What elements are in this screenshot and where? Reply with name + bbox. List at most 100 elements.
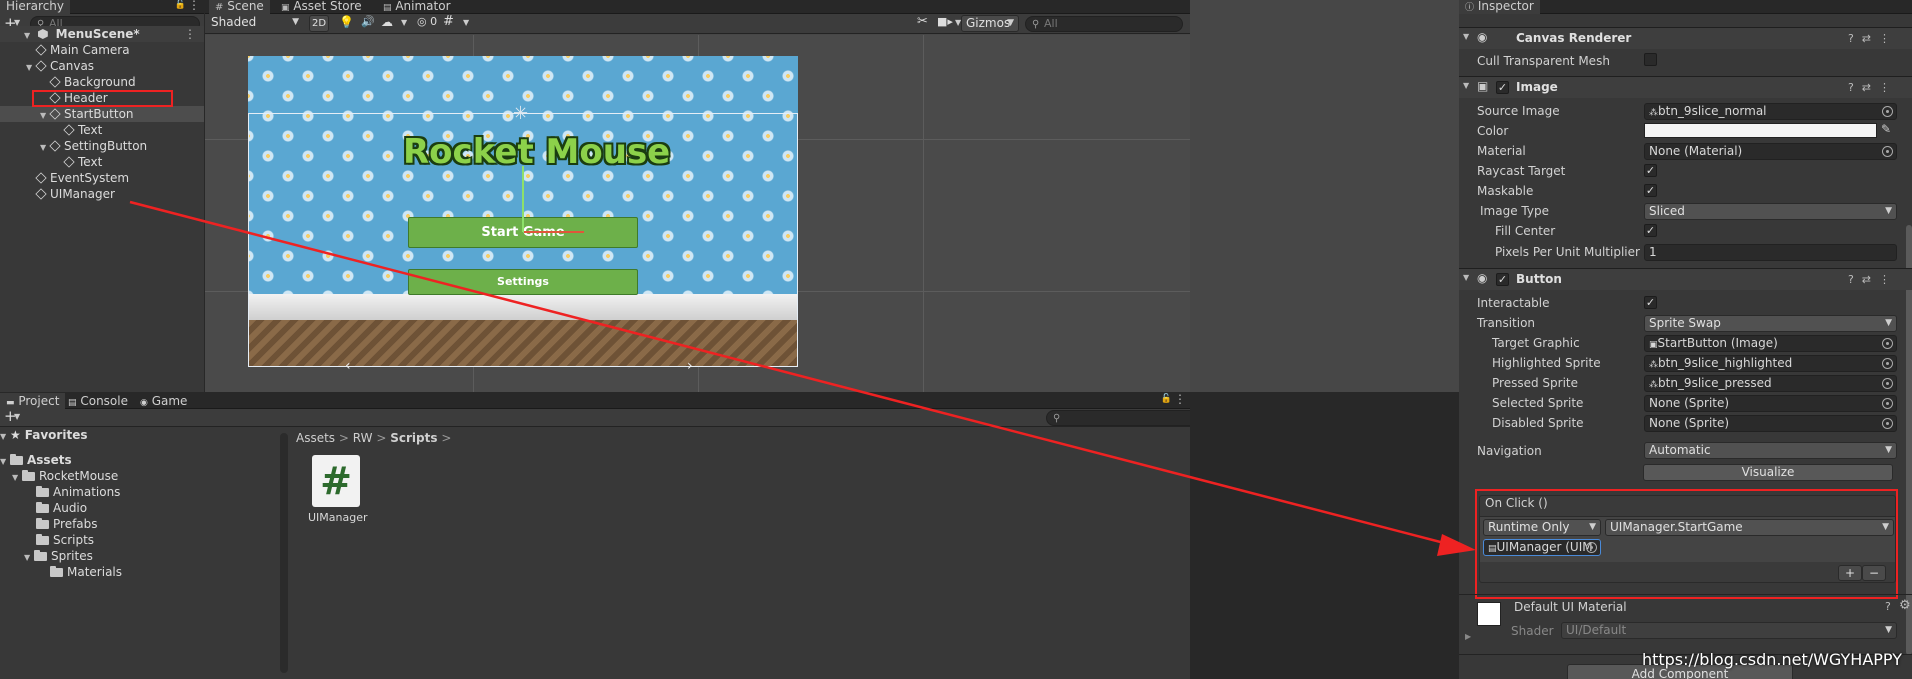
tab-asset-store[interactable]: ▣ Asset Store [275, 0, 368, 14]
script-asset[interactable]: # UIManager [308, 455, 368, 525]
transition-select[interactable]: Sprite Swap ▼ [1644, 315, 1897, 332]
object-picker-icon[interactable] [1882, 338, 1893, 349]
anchor-icon[interactable]: ✳ [513, 103, 528, 124]
tab-console[interactable]: ▤ Console [62, 393, 134, 409]
expand-icon[interactable]: ▼ [1463, 273, 1469, 282]
pressed-field[interactable]: ⁂btn_9slice_pressed [1644, 375, 1897, 392]
favorites-row[interactable]: ▼ ★ Favorites [0, 427, 87, 443]
object-picker-icon[interactable] [1882, 398, 1893, 409]
maskable-checkbox[interactable]: ✓ [1644, 184, 1657, 197]
toggle-2d-button[interactable]: 2D [309, 15, 329, 32]
tab-game[interactable]: ◉ Game [134, 393, 193, 409]
transition-label: Transition [1477, 316, 1536, 330]
expand-icon[interactable]: ▶ [1465, 632, 1471, 641]
hierarchy-item[interactable]: ▼ SettingButton [0, 138, 204, 154]
gear-icon[interactable]: ⚙ [1899, 598, 1911, 613]
component-actions-icon[interactable]: ?⇄⋮ [1848, 81, 1898, 94]
target-graphic-field[interactable]: ▣StartButton (Image) [1644, 335, 1897, 352]
tab-inspector[interactable]: ⓘ Inspector [1459, 0, 1540, 14]
hierarchy-item[interactable]: ▼ Canvas [0, 58, 204, 74]
tab-hierarchy[interactable]: Hierarchy [0, 0, 71, 14]
folder-animations[interactable]: Animations [36, 484, 120, 500]
navigation-select[interactable]: Automatic ▼ [1644, 442, 1897, 459]
visualize-button[interactable]: Visualize [1643, 464, 1893, 481]
hierarchy-item[interactable]: ▼ StartButton [0, 106, 204, 122]
chevron-down-icon[interactable]: ▼ [14, 412, 20, 421]
help-icon[interactable]: ? [1885, 600, 1891, 613]
menu-icon[interactable]: ⋮ [1174, 393, 1186, 406]
image-header[interactable]: ▼ ▣ ✓ Image ?⇄⋮ [1459, 76, 1912, 98]
button-header[interactable]: ▼ ◉ ✓ Button ?⇄⋮ [1459, 268, 1912, 290]
image-type-select[interactable]: Sliced ▼ [1644, 203, 1897, 220]
cull-checkbox[interactable] [1644, 53, 1657, 66]
folder-audio[interactable]: Audio [36, 500, 87, 516]
lighting-icon[interactable]: 💡 [339, 15, 354, 29]
hierarchy-item[interactable]: Main Camera [0, 42, 204, 58]
hierarchy-item[interactable]: Text [0, 154, 204, 170]
tree-scrollbar[interactable] [280, 433, 288, 673]
expand-icon[interactable]: ▼ [1463, 81, 1469, 90]
object-picker-icon[interactable] [1882, 418, 1893, 429]
color-swatch[interactable] [1644, 123, 1877, 138]
disabled-field[interactable]: None (Sprite) [1644, 415, 1897, 432]
move-gizmo-x[interactable] [524, 231, 584, 233]
ppu-input[interactable]: 1 [1644, 244, 1897, 261]
canvas-renderer-header[interactable]: ▼ ◉ Canvas Renderer ?⇄⋮ [1459, 27, 1912, 49]
hidden-objects-icon[interactable]: ◎ 0 [417, 15, 437, 28]
hierarchy-item[interactable]: Text [0, 122, 204, 138]
scene-row[interactable]: ▼ MenuScene* ⋮ [0, 26, 204, 42]
image-enabled-checkbox[interactable]: ✓ [1496, 81, 1509, 94]
selected-field[interactable]: None (Sprite) [1644, 395, 1897, 412]
raycast-checkbox[interactable]: ✓ [1644, 164, 1657, 177]
folder-rocketmouse[interactable]: ▼ RocketMouse [12, 468, 118, 484]
component-actions-icon[interactable]: ?⇄⋮ [1848, 273, 1898, 286]
fill-center-checkbox[interactable]: ✓ [1644, 224, 1657, 237]
folder-materials[interactable]: Materials [50, 564, 122, 580]
shading-mode-select[interactable]: Shaded ▼ [207, 15, 303, 32]
source-image-field[interactable]: ⁂btn_9slice_normal [1644, 103, 1897, 120]
breadcrumb-assets[interactable]: Assets [296, 431, 335, 445]
hierarchy-item[interactable]: Background [0, 74, 204, 90]
scene-search-input[interactable]: ⚲ All [1025, 16, 1183, 32]
lock-icon[interactable]: 🔓 [1161, 394, 1172, 404]
hierarchy-item[interactable]: UIManager [0, 186, 204, 202]
effects-icon[interactable]: ☁ [381, 15, 393, 29]
shader-select[interactable]: UI/Default ▼ [1561, 622, 1897, 639]
breadcrumb-scripts[interactable]: Scripts [390, 431, 437, 445]
menu-icon[interactable]: ⋮ [188, 0, 200, 12]
object-picker-icon[interactable] [1882, 146, 1893, 157]
object-picker-icon[interactable] [1882, 106, 1893, 117]
audio-icon[interactable]: 🔊 [361, 15, 375, 28]
folder-scripts[interactable]: Scripts [36, 532, 94, 548]
chevron-down-icon[interactable]: ▼ [401, 18, 407, 27]
folder-sprites[interactable]: ▼ Sprites [24, 548, 93, 564]
material-field[interactable]: None (Material) [1644, 143, 1897, 160]
scene-viewport[interactable]: Rocket Mouse Start Game Settings ✳ ‹ › [205, 35, 1190, 392]
highlighted-field[interactable]: ⁂btn_9slice_highlighted [1644, 355, 1897, 372]
expand-icon[interactable]: ▼ [1463, 32, 1469, 41]
assets-row[interactable]: ▼ Assets [0, 452, 72, 468]
tab-scene[interactable]: # Scene [209, 0, 270, 14]
object-picker-icon[interactable] [1882, 358, 1893, 369]
gizmos-select[interactable]: Gizmos ▼ [961, 15, 1019, 32]
handle-right-icon[interactable]: › [687, 358, 693, 374]
tab-animator[interactable]: ▤ Animator [377, 0, 457, 14]
breadcrumb-rw[interactable]: RW [353, 431, 373, 445]
tools-icon[interactable]: ✂ [917, 14, 928, 29]
component-actions-icon[interactable]: ?⇄⋮ [1848, 32, 1898, 45]
object-picker-icon[interactable] [1882, 378, 1893, 389]
lock-icon[interactable]: 🔓 [175, 0, 186, 10]
camera-icon[interactable]: ■▸ [937, 15, 953, 28]
chevron-down-icon[interactable]: ▼ [463, 18, 469, 27]
project-search-input[interactable]: ⚲ [1046, 410, 1190, 426]
folder-prefabs[interactable]: Prefabs [36, 516, 98, 532]
handle-left-icon[interactable]: ‹ [345, 358, 351, 374]
grid-snap-icon[interactable]: # [443, 14, 454, 29]
button-enabled-checkbox[interactable]: ✓ [1496, 273, 1509, 286]
move-gizmo-y[interactable] [522, 166, 524, 232]
hierarchy-item[interactable]: EventSystem [0, 170, 204, 186]
interactable-checkbox[interactable]: ✓ [1644, 296, 1657, 309]
eyedropper-icon[interactable]: ✎ [1881, 122, 1891, 136]
panel-splitter[interactable] [1190, 0, 1459, 392]
scene-menu-icon[interactable]: ⋮ [184, 26, 196, 42]
